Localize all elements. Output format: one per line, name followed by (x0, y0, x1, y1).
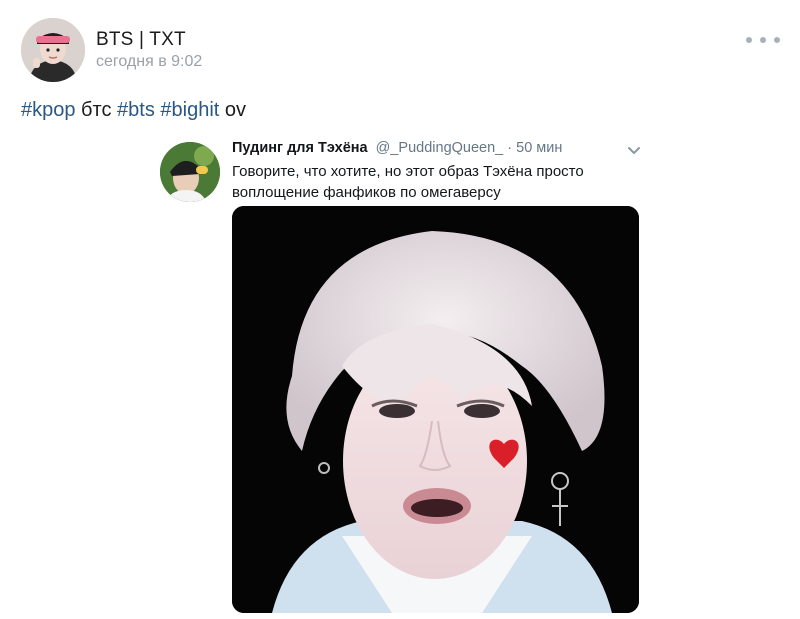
tweet-photo (232, 206, 639, 613)
tweet-text: Говорите, что хотите, но этот образ Тэхё… (232, 163, 584, 201)
tweet-author-avatar (160, 142, 220, 202)
embedded-tweet-screenshot[interactable]: Пудинг для Тэхёна @_PuddingQueen_ · 50 м… (160, 136, 645, 616)
post-text: #kpop бтс #bts #bighit ov (21, 99, 246, 122)
hashtag-kpop[interactable]: #kpop (21, 99, 76, 121)
community-name[interactable]: BTS | TXT (96, 29, 186, 51)
hashtag-bts[interactable]: #bts (117, 99, 155, 121)
more-options-button[interactable] (746, 32, 780, 48)
hashtag-bighit[interactable]: #bighit (160, 99, 219, 121)
tweet-header: Пудинг для Тэхёна @_PuddingQueen_ · 50 м… (232, 140, 562, 156)
tweet-author-name: Пудинг для Тэхёна (232, 140, 368, 156)
post-time[interactable]: сегодня в 9:02 (96, 53, 202, 71)
more-horizontal-icon (746, 37, 752, 43)
post-text-word: бтс (75, 99, 118, 121)
post-text-word: ov (219, 99, 247, 121)
post-header: BTS | TXT сегодня в 9:02 (0, 0, 800, 90)
chevron-down-icon (628, 147, 640, 154)
community-avatar[interactable] (21, 18, 85, 82)
tweet-handle-time: @_PuddingQueen_ · 50 мин (375, 140, 563, 156)
